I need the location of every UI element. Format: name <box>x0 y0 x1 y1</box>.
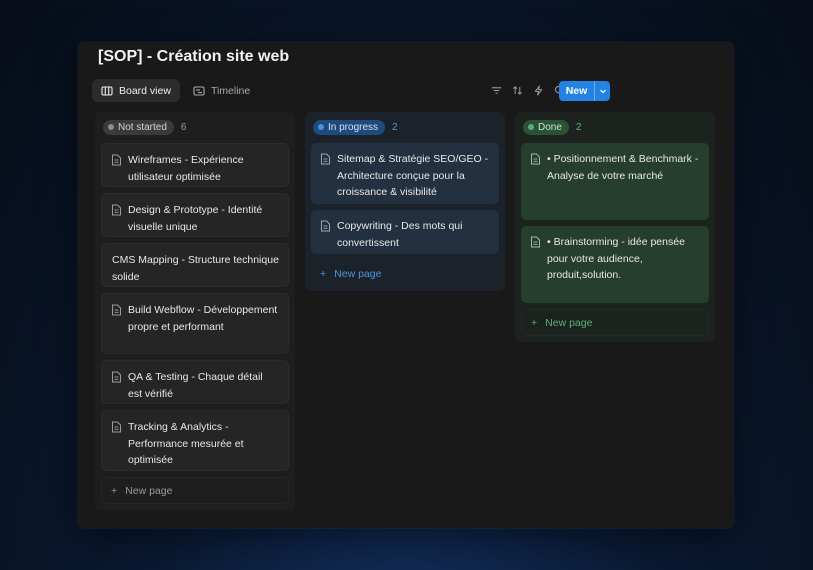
status-label: Done <box>538 121 562 133</box>
card-title: Copywriting - Des mots qui convertissent <box>337 220 463 249</box>
card[interactable]: Tracking & Analytics - Performance mesur… <box>101 410 289 471</box>
board-icon <box>101 85 113 96</box>
status-badge[interactable]: In progress <box>313 119 386 135</box>
board-window: [SOP] - Création site web Board view Tim… <box>78 42 734 528</box>
card-title: QA & Testing - Chaque détail est vérifié <box>128 371 263 400</box>
status-dot <box>528 124 534 130</box>
card-title: Tracking & Analytics - Performance mesur… <box>128 421 244 466</box>
status-badge[interactable]: Done <box>523 119 569 135</box>
card[interactable]: Build Webflow - Développement propre et … <box>101 293 289 354</box>
page-icon <box>321 220 330 232</box>
timeline-icon <box>193 85 205 96</box>
column-count: 2 <box>575 121 582 133</box>
page-title: [SOP] - Création site web <box>98 48 290 65</box>
card-title: • Brainstorming - idée pensée pour votre… <box>547 236 685 281</box>
view-tabs: Board view Timeline <box>92 79 259 102</box>
page-icon <box>112 421 121 433</box>
card-title: CMS Mapping - Structure technique solide <box>112 254 279 283</box>
card[interactable]: QA & Testing - Chaque détail est vérifié <box>101 360 289 404</box>
tab-timeline[interactable]: Timeline <box>184 79 259 102</box>
new-page-label: New page <box>334 267 382 280</box>
card-title: Sitemap & Stratégie SEO/GEO - Architectu… <box>337 153 489 198</box>
new-page-label: New page <box>545 316 593 329</box>
new-page-button[interactable]: + New page <box>101 477 289 504</box>
automation-icon[interactable] <box>530 82 547 99</box>
page-icon <box>112 204 121 216</box>
card-title: • Positionnement & Benchmark - Analyse d… <box>547 153 699 182</box>
column-in-progress: In progress 2 Sitemap & Stratégie SEO/GE… <box>305 112 505 291</box>
card-title: Design & Prototype - Identité visuelle u… <box>128 204 263 233</box>
column-not-started: Not started 6 Wireframes - Expérience ut… <box>95 112 295 511</box>
chevron-down-icon[interactable] <box>594 81 610 101</box>
status-dot <box>318 124 324 130</box>
column-count: 6 <box>180 121 187 133</box>
filter-icon[interactable] <box>488 82 505 99</box>
status-badge[interactable]: Not started <box>103 119 174 135</box>
status-dot <box>108 124 114 130</box>
page-icon <box>321 153 330 165</box>
column-done: Done 2 • Positionnement & Benchmark - An… <box>515 112 715 342</box>
new-button: New <box>559 81 610 101</box>
card[interactable]: Design & Prototype - Identité visuelle u… <box>101 193 289 237</box>
plus-icon: + <box>531 316 538 329</box>
new-page-button[interactable]: + New page <box>521 309 709 336</box>
page-icon <box>112 304 121 316</box>
column-header: Not started 6 <box>103 119 287 135</box>
column-header: Done 2 <box>523 119 707 135</box>
new-page-label: New page <box>125 484 173 497</box>
card-title: Wireframes - Expérience utilisateur opti… <box>128 154 244 183</box>
column-header: In progress 2 <box>313 119 497 135</box>
status-label: In progress <box>328 121 379 133</box>
card-title: Build Webflow - Développement propre et … <box>128 304 278 333</box>
new-page-button[interactable]: + New page <box>311 260 499 287</box>
tab-label: Board view <box>119 84 171 97</box>
card[interactable]: • Positionnement & Benchmark - Analyse d… <box>521 143 709 220</box>
status-label: Not started <box>118 121 167 133</box>
new-button-label[interactable]: New <box>559 81 594 101</box>
page-icon <box>531 236 540 248</box>
card[interactable]: Copywriting - Des mots qui convertissent <box>311 210 499 254</box>
plus-icon: + <box>111 484 118 497</box>
sort-icon[interactable] <box>509 82 526 99</box>
tab-board-view[interactable]: Board view <box>92 79 180 102</box>
tab-label: Timeline <box>210 84 251 97</box>
card[interactable]: Sitemap & Stratégie SEO/GEO - Architectu… <box>311 143 499 204</box>
page-icon <box>531 153 540 165</box>
plus-icon: + <box>320 267 327 280</box>
page-icon <box>112 154 121 166</box>
card[interactable]: Wireframes - Expérience utilisateur opti… <box>101 143 289 187</box>
page-icon <box>112 371 121 383</box>
column-count: 2 <box>392 121 398 133</box>
card[interactable]: • Brainstorming - idée pensée pour votre… <box>521 226 709 303</box>
card[interactable]: CMS Mapping - Structure technique solide <box>101 243 289 287</box>
